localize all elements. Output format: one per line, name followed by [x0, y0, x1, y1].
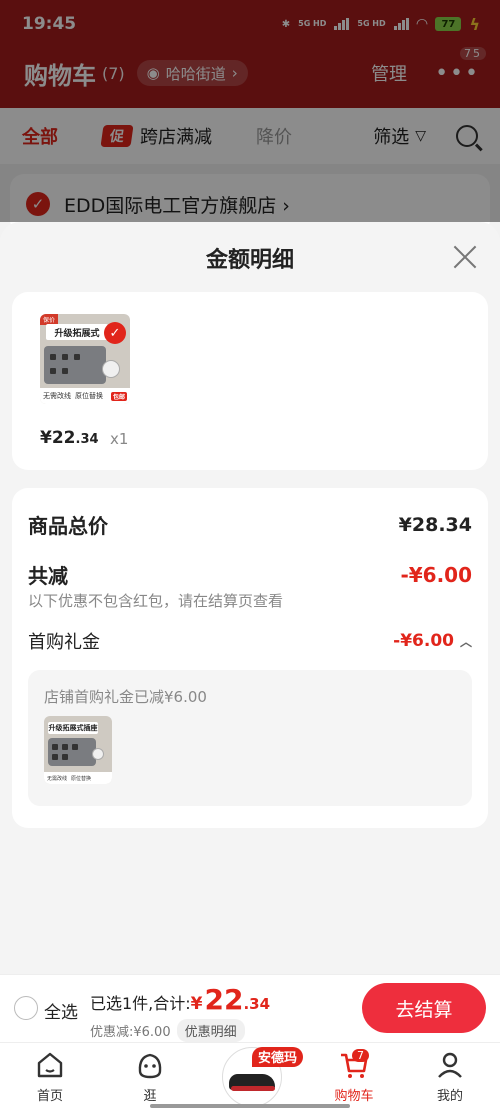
home-icon: [37, 1052, 63, 1078]
chevron-up-icon[interactable]: ︿: [460, 633, 472, 650]
selected-check-icon: ✓: [104, 322, 126, 344]
discount-amount: 优惠减:¥6.00: [90, 1025, 171, 1040]
total-amount: 22: [204, 983, 244, 1016]
plug-icon: [92, 748, 104, 760]
reduce-label: 共减: [28, 564, 68, 588]
plug-icon: [102, 360, 120, 378]
reduce-value: -¥6.00: [400, 562, 472, 587]
amount-detail-sheet: 金额明细 保价 升级拓展式 ✓ 无需改线 原位替换 包邮 ¥22.34 x1 商…: [0, 222, 500, 974]
reduce-row: 共减 -¥6.00: [28, 560, 472, 589]
bottom-tab-bar: 首页 逛 安德玛 购物车 7 我的: [0, 1042, 500, 1111]
user-icon: [438, 1052, 462, 1078]
total-value: ¥28.34: [398, 513, 472, 536]
gift-product-banner: 升级拓展式插座: [48, 722, 98, 734]
first-gift-value: -¥6.00: [393, 631, 454, 651]
tab-browse[interactable]: 逛: [110, 1049, 190, 1104]
product-foot-mid: 原位替换: [75, 392, 103, 400]
product-image: 保价 升级拓展式 ✓ 无需改线 原位替换 包邮: [40, 314, 130, 404]
product-foot-tag: 包邮: [110, 391, 127, 401]
tab-me[interactable]: 我的: [410, 1049, 490, 1104]
discount-hint: 以下优惠不包含红包，请在结算页查看: [28, 592, 284, 610]
gift-foot-mid: 原位替换: [71, 775, 92, 782]
product-banner: 升级拓展式: [46, 324, 108, 340]
product-price: ¥22.34: [40, 428, 99, 448]
browse-face-icon: [138, 1053, 162, 1079]
gift-detail-box: 店铺首购礼金已减¥6.00 升级拓展式插座 无需改线 原位替换: [28, 670, 472, 806]
total-summary: 已选1件,合计: ¥ 22 .34: [90, 983, 271, 1016]
product-card: 保价 升级拓展式 ✓ 无需改线 原位替换 包邮 ¥22.34 x1: [12, 292, 488, 470]
tab-home-label: 首页: [36, 1089, 63, 1104]
tab-home[interactable]: 首页: [10, 1049, 90, 1104]
first-gift-label: 首购礼金: [28, 632, 100, 653]
promo-brand-badge: 安德玛: [252, 1047, 304, 1067]
tab-cart-label: 购物车: [334, 1089, 374, 1104]
checkout-button[interactable]: 去结算: [362, 983, 486, 1033]
tab-me-label: 我的: [436, 1089, 463, 1104]
checkout-bar: 全选 已选1件,合计: ¥ 22 .34 优惠减:¥6.00 优惠明细 去结算: [0, 974, 500, 1042]
total-label: 商品总价: [28, 514, 108, 538]
product-foot-left: 无需改线: [43, 392, 71, 400]
price-breakdown-card: 商品总价 ¥28.34 共减 -¥6.00 以下优惠不包含红包，请在结算页查看 …: [12, 488, 488, 828]
sheet-title: 金额明细: [205, 248, 294, 273]
product-quantity: x1: [110, 430, 129, 448]
tab-browse-label: 逛: [143, 1089, 157, 1104]
gesture-bar: [150, 1104, 350, 1108]
cart-badge: 7: [352, 1049, 369, 1062]
total-row: 商品总价 ¥28.34: [28, 510, 472, 539]
gift-product-image: 升级拓展式插座 无需改线 原位替换: [44, 716, 112, 784]
select-all-label[interactable]: 全选: [44, 998, 78, 1023]
close-icon[interactable]: [452, 244, 478, 270]
gift-detail-text: 店铺首购礼金已减¥6.00: [44, 688, 207, 706]
overlay-backdrop[interactable]: [0, 0, 500, 222]
gift-foot-left: 无需改线: [47, 775, 68, 782]
first-gift-row[interactable]: 首购礼金 -¥6.00 ︿: [28, 628, 472, 654]
discount-detail-chip[interactable]: 优惠明细: [176, 1019, 245, 1042]
select-all-radio[interactable]: [14, 996, 38, 1020]
selected-count: 已选1件,合计:: [90, 994, 191, 1013]
